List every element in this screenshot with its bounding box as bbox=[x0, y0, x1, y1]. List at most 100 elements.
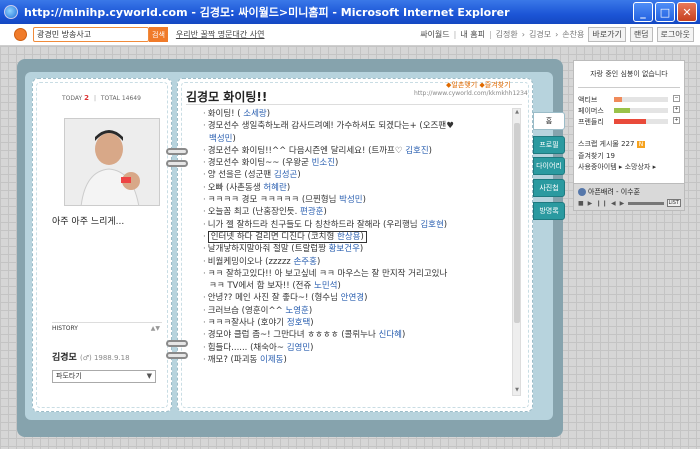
scrap-count[interactable]: 스크랩 게시물 227 N bbox=[578, 139, 646, 149]
entry-author-link[interactable]: 박성민 bbox=[339, 195, 362, 205]
entry-author-link[interactable]: 빈소진 bbox=[312, 158, 335, 168]
logout-button[interactable]: 로그아웃 bbox=[656, 27, 694, 42]
status-message: 아주 아주 느리게... bbox=[52, 217, 125, 227]
ilchon-favorite-links[interactable]: ◆일촌맺기 ◆즐겨찾기 bbox=[446, 80, 511, 90]
tab-photos[interactable]: 사진첩 bbox=[533, 179, 565, 197]
guestbook-entry: · 경모선수 화이팅~~ (우왕굳 빈소진) bbox=[203, 158, 339, 169]
cyworld-link[interactable]: 싸이월드 bbox=[420, 29, 449, 40]
guestbook-entry: ㅋㅋ TV에서 함 보자!! (전쥬 노민석) bbox=[209, 281, 341, 292]
player-controls[interactable]: ■ ▶ ❙❙ ◀ ▶ bbox=[578, 200, 625, 207]
myhome-link[interactable]: 내 홈피 bbox=[460, 29, 485, 40]
entry-text: 양 선을은 (성군팬 bbox=[207, 170, 272, 181]
entry-text: ㅋㅋㅋ잘사나 (호야기 bbox=[207, 318, 285, 329]
guestbook-entry: · 깨모? (파괴동 이제동) bbox=[203, 354, 287, 365]
guestbook-entry: · 경모선수 화이팅!!^^ 다음시즌엔 달리세요! (트까프♡ 김호진) bbox=[203, 145, 432, 156]
minimize-button[interactable]: _ bbox=[633, 2, 653, 22]
guestbook-entry: · 오빠 (사촌동생 허혜란) bbox=[203, 182, 291, 193]
bullet-icon: · bbox=[203, 219, 206, 230]
guestbook-entry: · 안녕?? 메인 사진 잘 좋다~! (형수님 안연경) bbox=[203, 293, 368, 304]
binder-ring bbox=[166, 352, 188, 359]
owner-name: 김경모 (♂) 1988.9.18 bbox=[52, 353, 130, 363]
entry-text: 날개낳하지말아줘 절말 (트랄럽짱 bbox=[207, 244, 326, 255]
guestbook-entry: · 비월케밍이오나 (zzzzz 손주홍) bbox=[203, 256, 321, 267]
plus-icon[interactable]: + bbox=[673, 106, 680, 113]
random-button[interactable]: 랜덤 bbox=[629, 27, 653, 42]
entry-author-link[interactable]: 김영민 bbox=[287, 343, 310, 353]
guestbook-scrollbar[interactable]: ▲ ▼ bbox=[512, 108, 521, 396]
entry-text: 경모선수 화이팅~~ (우왕굳 bbox=[207, 158, 309, 169]
entry-text: 크러브습 (영훈이^^ bbox=[207, 305, 283, 316]
entry-author-link[interactable]: 소세랑 bbox=[243, 109, 266, 119]
crumb-2[interactable]: 김경모 bbox=[529, 29, 551, 40]
scroll-up-icon[interactable]: ▲ bbox=[513, 109, 521, 117]
entry-author-link[interactable]: 김호진 bbox=[405, 146, 428, 156]
plus-icon[interactable]: + bbox=[673, 117, 680, 124]
entry-text: 깨모? (파괴동 bbox=[207, 354, 258, 365]
shortcut-dropdown[interactable]: 바로가기 bbox=[588, 27, 626, 42]
minus-icon[interactable]: − bbox=[673, 95, 680, 102]
maximize-button[interactable]: □ bbox=[655, 2, 675, 22]
entry-text: 힘들다...... (채숙아~ bbox=[207, 342, 284, 353]
cyworld-logo-icon[interactable] bbox=[14, 28, 27, 41]
entry-author-link[interactable]: 노영훈 bbox=[285, 306, 308, 316]
entry-author-link[interactable]: 정호택 bbox=[287, 318, 310, 328]
bullet-icon: · bbox=[203, 145, 206, 156]
music-player: 아픈배려 - 이수훈 ■ ▶ ❙❙ ◀ ▶ LIST bbox=[573, 183, 685, 211]
tab-profile[interactable]: 프로필 bbox=[533, 136, 565, 154]
history-section[interactable]: HISTORY ▲▼ bbox=[52, 322, 162, 332]
entry-author-link[interactable]: 손주홍 bbox=[293, 257, 316, 267]
bullet-icon: · bbox=[203, 318, 206, 329]
guestbook-entry: · 화이팅! ( 소세랑) bbox=[203, 109, 271, 119]
entry-text: 화이팅! ( bbox=[207, 109, 241, 119]
volume-slider[interactable] bbox=[628, 202, 664, 205]
guestbook-entry: · ㅋㅋㅋㅋ 경모 ㅋㅋㅋㅋㅋ (므찐형님 박성민) bbox=[203, 195, 366, 206]
close-button[interactable]: ✕ bbox=[677, 2, 697, 22]
entry-author-link[interactable]: 노민석 bbox=[314, 281, 337, 291]
entry-author-link[interactable]: 허혜란 bbox=[263, 183, 286, 193]
crumb-3[interactable]: 손찬용 bbox=[562, 29, 584, 40]
tab-home[interactable]: 홈 bbox=[533, 112, 565, 130]
ie-icon bbox=[4, 5, 18, 19]
homepage-title: 김경모 화이팅!! bbox=[186, 90, 268, 104]
entry-author-link[interactable]: 황보건우 bbox=[329, 244, 360, 254]
now-playing: 아픈배려 - 이수훈 bbox=[578, 187, 640, 197]
entry-author-link[interactable]: 김성곤 bbox=[274, 170, 297, 180]
window-title: http://minihp.cyworld.com - 김경모: 싸이월드>미니… bbox=[24, 6, 510, 19]
crumb-1[interactable]: 김정환 bbox=[496, 29, 518, 40]
entry-author-link[interactable]: 김호현 bbox=[420, 220, 443, 230]
entry-text: 경모선수 화이팅!!^^ 다음시즌엔 달리세요! (트까프♡ bbox=[207, 145, 403, 156]
music-disc-icon bbox=[578, 188, 586, 196]
entry-author-link[interactable]: 안연경 bbox=[341, 293, 364, 303]
search-button[interactable]: 검색 bbox=[149, 27, 168, 42]
entry-author-link[interactable]: 편광훈 bbox=[300, 207, 323, 217]
stat-friendly: 프렌들리 + bbox=[578, 117, 680, 126]
bullet-icon: · bbox=[203, 182, 206, 193]
scroll-down-icon[interactable]: ▼ bbox=[513, 387, 521, 395]
playlist-button[interactable]: LIST bbox=[666, 199, 681, 207]
entry-author-link[interactable]: 한상용 bbox=[337, 232, 360, 242]
entry-text: 인터넷 하다 걸리면 디진다 (코치형 bbox=[210, 231, 335, 242]
promo-link[interactable]: 우리반 꿀짝 명문대간 사연 bbox=[176, 29, 265, 40]
bullet-icon: · bbox=[203, 268, 206, 279]
new-badge: N bbox=[636, 141, 646, 148]
profile-photo[interactable] bbox=[64, 118, 160, 206]
bullet-icon: · bbox=[203, 158, 206, 169]
item-links[interactable]: 사용중아이템 ▸ 소망상자 ▸ bbox=[578, 162, 656, 172]
guestbook-entry: · 니가 젤 잘하드라 친구들도 다 칭찬하드라 잘해라 (우리행님 김호현) bbox=[203, 219, 448, 230]
search-input[interactable]: 광경민 방송사고 bbox=[33, 27, 149, 42]
entry-text: 안녕?? 메인 사진 잘 좋다~! (형수님 bbox=[207, 293, 338, 304]
entry-author-link[interactable]: 이제동 bbox=[260, 355, 283, 365]
entry-author-link[interactable]: 백성민 bbox=[209, 134, 232, 144]
binder-ring bbox=[166, 160, 188, 167]
tab-diary[interactable]: 다이어리 bbox=[533, 157, 565, 175]
bragging-message: 자랑 중인 심봉이 없습니다 bbox=[590, 70, 668, 78]
guestbook-entry: · ㅋㅋ 잘하고있다!! 아 보고싶네 ㅋㅋ 마우스는 잘 만지작 거리고있나 bbox=[203, 268, 513, 280]
fadoragi-dropdown[interactable]: 파도타기 ▼ bbox=[52, 370, 156, 383]
favorites-count[interactable]: 즐겨찾기 19 bbox=[578, 151, 615, 161]
bullet-icon: · bbox=[203, 256, 206, 267]
entry-author-link[interactable]: 신다혜 bbox=[379, 330, 402, 340]
scroll-thumb[interactable] bbox=[514, 123, 520, 323]
guestbook-list: · 화이팅! ( 소세랑) · 경모선수 생일축하노래 감사드려예! 가수하셔도 되겠… bbox=[203, 108, 513, 366]
tab-guestbook[interactable]: 방명록 bbox=[533, 202, 565, 220]
history-arrows[interactable]: ▲▼ bbox=[151, 325, 160, 332]
